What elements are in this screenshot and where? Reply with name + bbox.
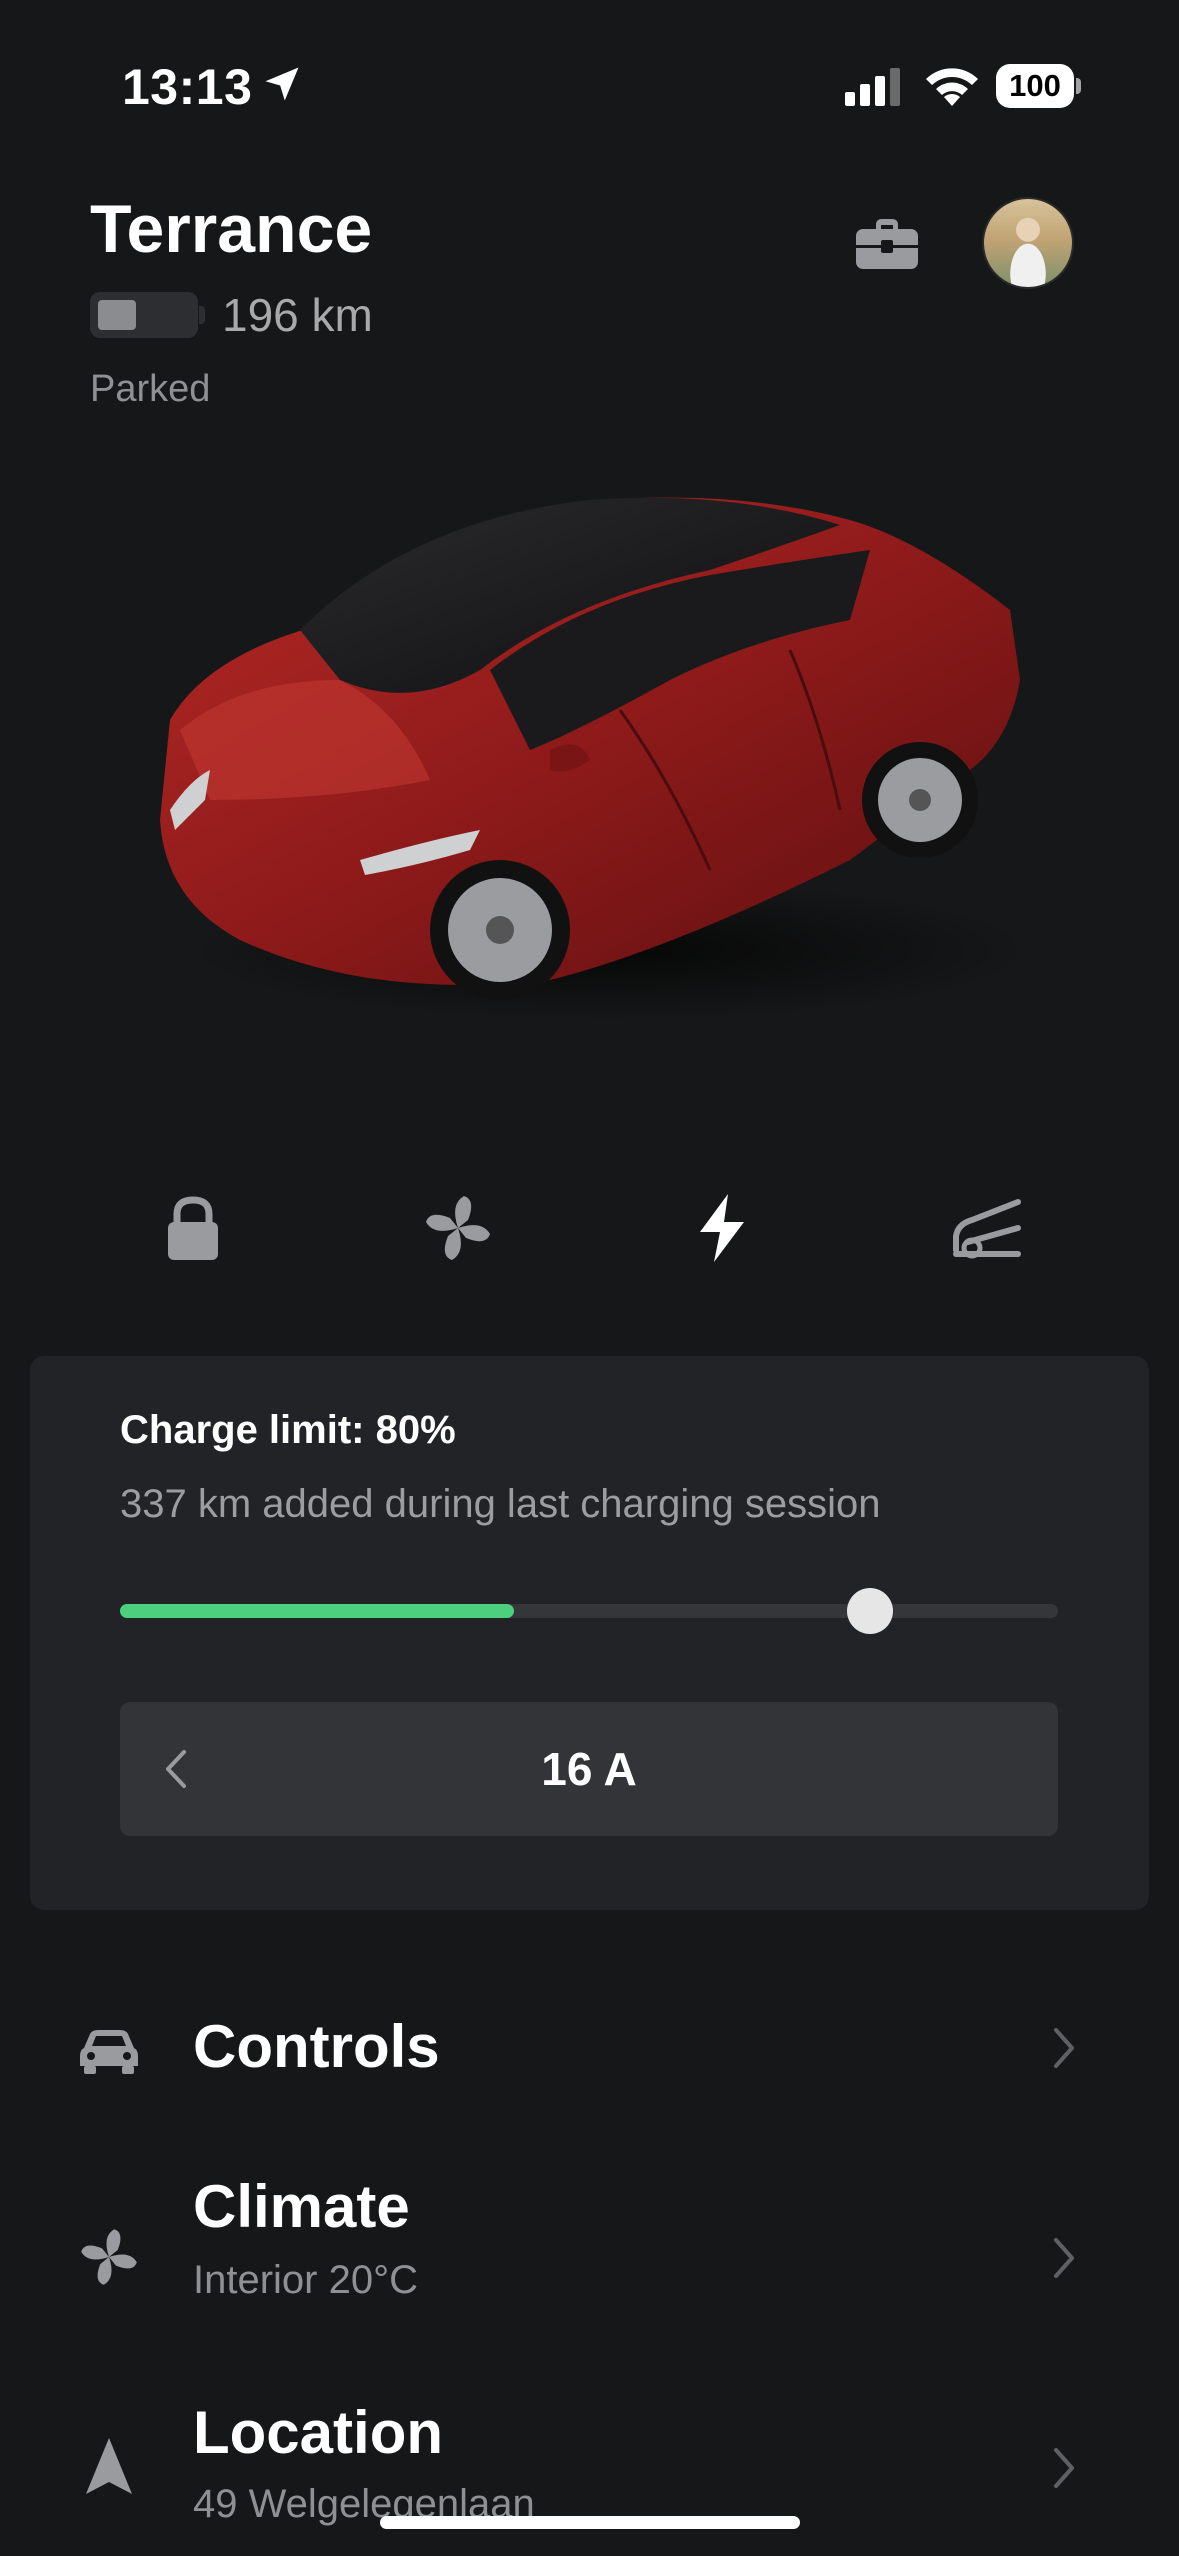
fan-icon[interactable] [420,1190,496,1266]
range-battery-level [98,300,136,330]
bolt-icon[interactable] [684,1190,760,1266]
home-indicator[interactable] [380,2516,800,2529]
vehicle-state: Parked [90,368,211,410]
list-item-subtitle: Interior 20°C [193,2258,418,2302]
chevron-right-icon [1054,2028,1074,2068]
car-icon [80,2030,138,2074]
range-value: 196 km [222,289,373,341]
charge-session-info: 337 km added during last charging sessio… [120,1482,881,1526]
charge-amps-value: 16 A [541,1743,637,1795]
frunk-icon[interactable] [948,1190,1024,1266]
lock-icon[interactable] [155,1190,231,1266]
battery-indicator: 100 [996,64,1074,108]
charge-level-fill [120,1604,514,1618]
status-time: 13:13 [122,59,253,115]
list-item-title: Location [193,2399,443,2466]
list-item-controls[interactable] [0,1990,1179,2110]
battery-nub [1076,78,1081,94]
list-item-climate[interactable] [0,2160,1179,2320]
cellular-signal-icon [845,68,900,106]
list-item-title: Controls [193,2013,440,2080]
car-name[interactable]: Terrance [90,190,372,268]
location-arrow-icon [265,67,299,101]
list-item-title: Climate [193,2173,410,2240]
list-item-location[interactable] [0,2380,1179,2556]
range-battery-nub [199,306,205,324]
charge-limit-label: Charge limit: 80% [120,1408,456,1452]
navigation-arrow-icon [86,2438,132,2494]
wifi-icon [926,68,978,106]
fan-icon [81,2229,137,2285]
chevron-right-icon [1054,2238,1074,2278]
toolbox-icon[interactable] [854,215,920,271]
car-image [160,497,1030,1020]
profile-avatar[interactable] [982,197,1074,289]
chevron-right-icon [1054,2448,1074,2488]
